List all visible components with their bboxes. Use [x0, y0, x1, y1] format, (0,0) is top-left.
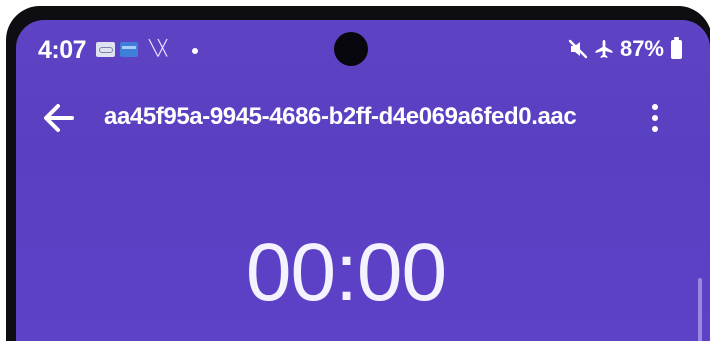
phone-screen: 4:07 ╲╳ 87% aa45f95a-9945-4686-b2ff-d4e0…: [16, 20, 710, 341]
dot-icon: [192, 48, 198, 54]
scrollbar[interactable]: [698, 278, 702, 341]
app-bar: aa45f95a-9945-4686-b2ff-d4e069a6fed0.aac: [16, 92, 710, 144]
link-icon: ╲╳: [149, 40, 168, 57]
more-vert-icon[interactable]: [642, 98, 668, 138]
elapsed-time-display: 00:00: [245, 227, 447, 318]
menu-dot: [652, 126, 658, 132]
status-right-group: 87%: [568, 36, 682, 62]
mute-icon: [568, 39, 588, 59]
arrow-left-icon[interactable]: [42, 102, 76, 134]
file-title: aa45f95a-9945-4686-b2ff-d4e069a6fed0.aac: [104, 103, 577, 130]
card-icon: [120, 42, 138, 57]
camera-cutout: [334, 32, 368, 66]
menu-dot: [652, 104, 658, 110]
battery-percent: 87%: [619, 36, 664, 61]
battery-icon: [671, 36, 682, 59]
menu-dot: [652, 115, 658, 121]
airplane-icon: [595, 40, 613, 58]
status-time: 4:07: [38, 36, 87, 64]
photo-frame: 4:07 ╲╳ 87% aa45f95a-9945-4686-b2ff-d4e0…: [0, 0, 710, 341]
voicemail-icon: [96, 42, 115, 57]
status-bar: 4:07 ╲╳ 87%: [16, 20, 710, 80]
